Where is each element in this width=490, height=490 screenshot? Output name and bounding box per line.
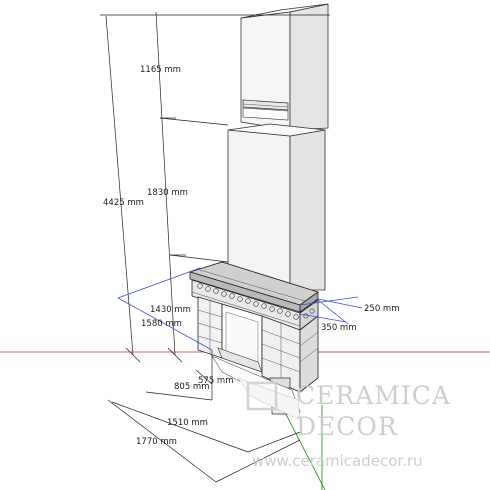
watermark-brand-line2: DECOR xyxy=(296,412,398,441)
watermark-url: www.ceramicadecor.ru xyxy=(252,452,423,470)
watermark-brand-line1: CERAMICA xyxy=(296,381,451,410)
dim-mantel-height: 1430 mm xyxy=(150,305,191,315)
dim-overall-width: 1770 mm xyxy=(136,437,177,447)
dim-depth-left: 1580 mm xyxy=(141,319,182,329)
dim-middle-section: 1830 mm xyxy=(147,188,188,198)
dim-right-projection: 250 mm xyxy=(364,304,400,314)
dim-total-height: 4425 mm xyxy=(103,198,144,208)
upper-chimney-block[interactable] xyxy=(240,3,329,131)
sketchup-viewport[interactable]: 1165 mm 1830 mm 4425 mm 1430 mm 1580 mm … xyxy=(0,0,490,490)
dim-base-width: 1510 mm xyxy=(167,418,208,428)
dim-inner-width: 805 mm xyxy=(174,382,210,392)
fireplace-model-drawing: 1165 mm 1830 mm 4425 mm 1430 mm 1580 mm … xyxy=(0,3,490,490)
middle-hood-block[interactable] xyxy=(227,123,326,291)
dim-right-depth: 350 mm xyxy=(321,323,357,333)
dim-top-section: 1165 mm xyxy=(140,65,181,75)
